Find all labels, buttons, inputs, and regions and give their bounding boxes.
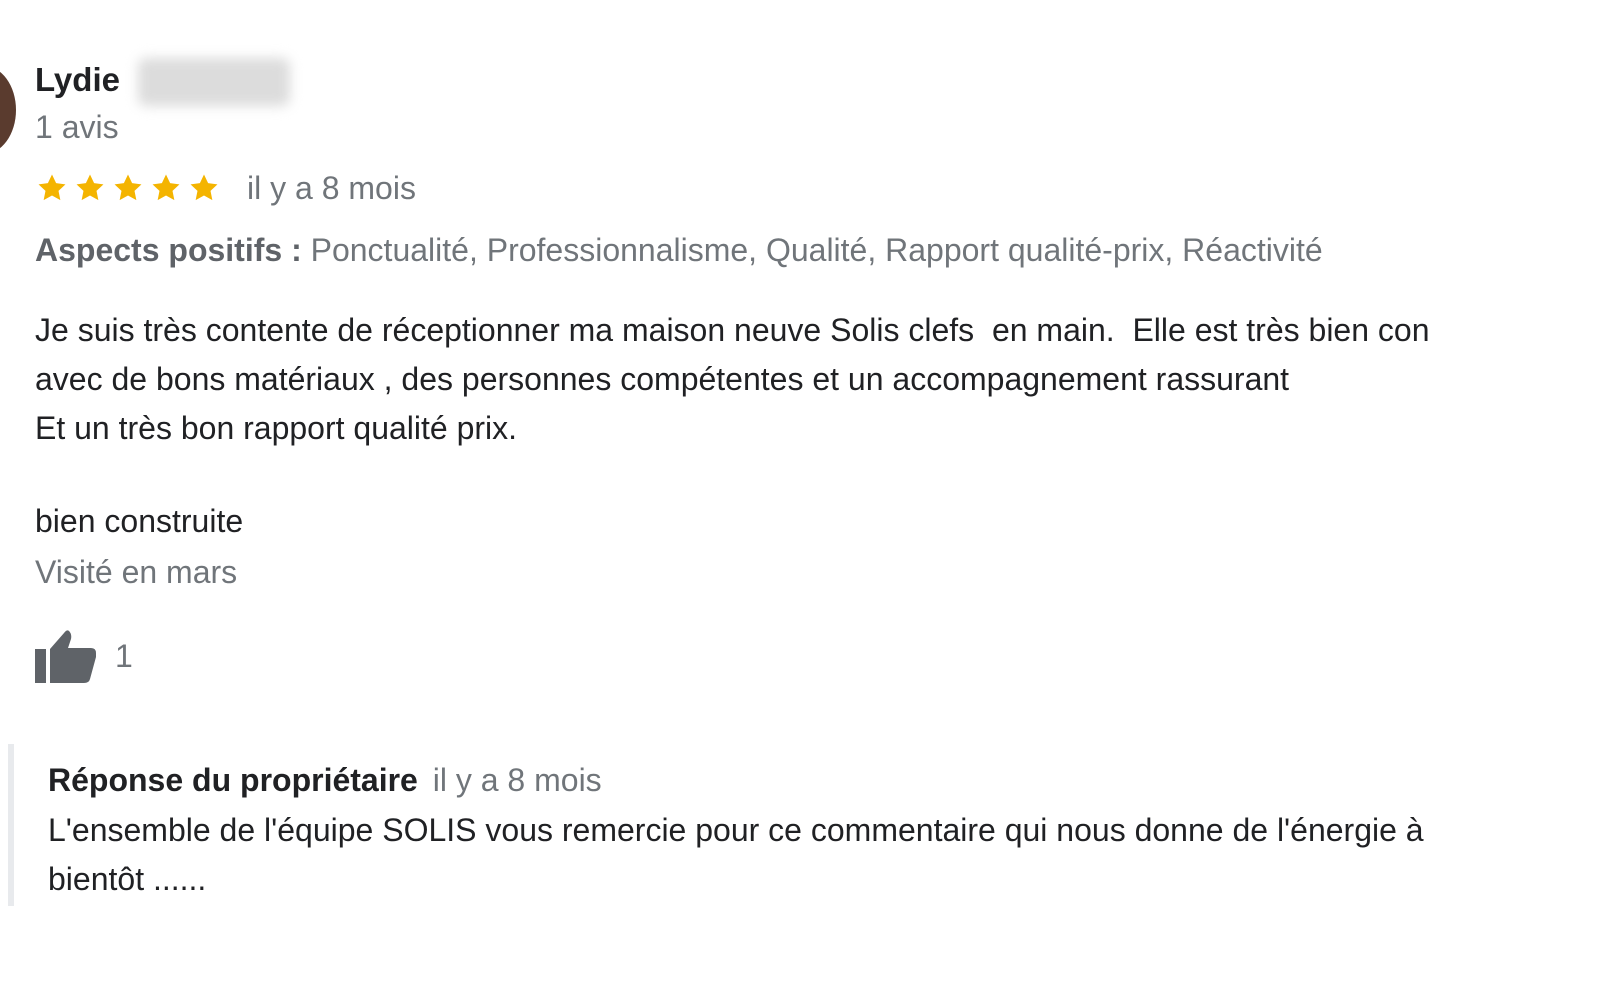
owner-reply-title: Réponse du propriétaire: [48, 762, 418, 798]
thumb-up-icon[interactable]: [35, 627, 97, 685]
redacted-surname: [138, 58, 290, 106]
star-icon: [149, 171, 183, 205]
rating-row: il y a 8 mois: [35, 168, 416, 208]
star-icon: [187, 171, 221, 205]
review-extra-text: bien construite: [35, 503, 244, 539]
star-rating: [35, 168, 225, 208]
star-icon: [73, 171, 107, 205]
like-button[interactable]: 1: [35, 626, 133, 686]
star-icon: [35, 171, 69, 205]
visit-date: Visité en mars: [35, 554, 238, 590]
star-icon: [111, 171, 145, 205]
owner-reply: Réponse du propriétaire il y a 8 mois L'…: [8, 744, 1600, 906]
review-count: 1 avis: [35, 109, 119, 145]
reviewer-name[interactable]: Lydie: [35, 60, 120, 100]
review-text: Je suis très contente de réceptionner ma…: [35, 312, 1430, 446]
avatar[interactable]: [0, 66, 16, 154]
aspects-values: Ponctualité, Professionnalisme, Qualité,…: [310, 232, 1323, 268]
owner-reply-date: il y a 8 mois: [432, 762, 602, 798]
owner-reply-text: L'ensemble de l'équipe SOLIS vous remerc…: [48, 812, 1424, 897]
owner-reply-header: Réponse du propriétaire il y a 8 mois: [48, 760, 602, 800]
review-date: il y a 8 mois: [247, 170, 416, 206]
like-count: 1: [115, 637, 133, 674]
review-card: Lydie 1 avis il y a 8 mois Aspects posit…: [0, 0, 1600, 1000]
positive-aspects: Aspects positifs : Ponctualité, Professi…: [35, 230, 1323, 270]
aspects-label: Aspects positifs :: [35, 232, 302, 268]
